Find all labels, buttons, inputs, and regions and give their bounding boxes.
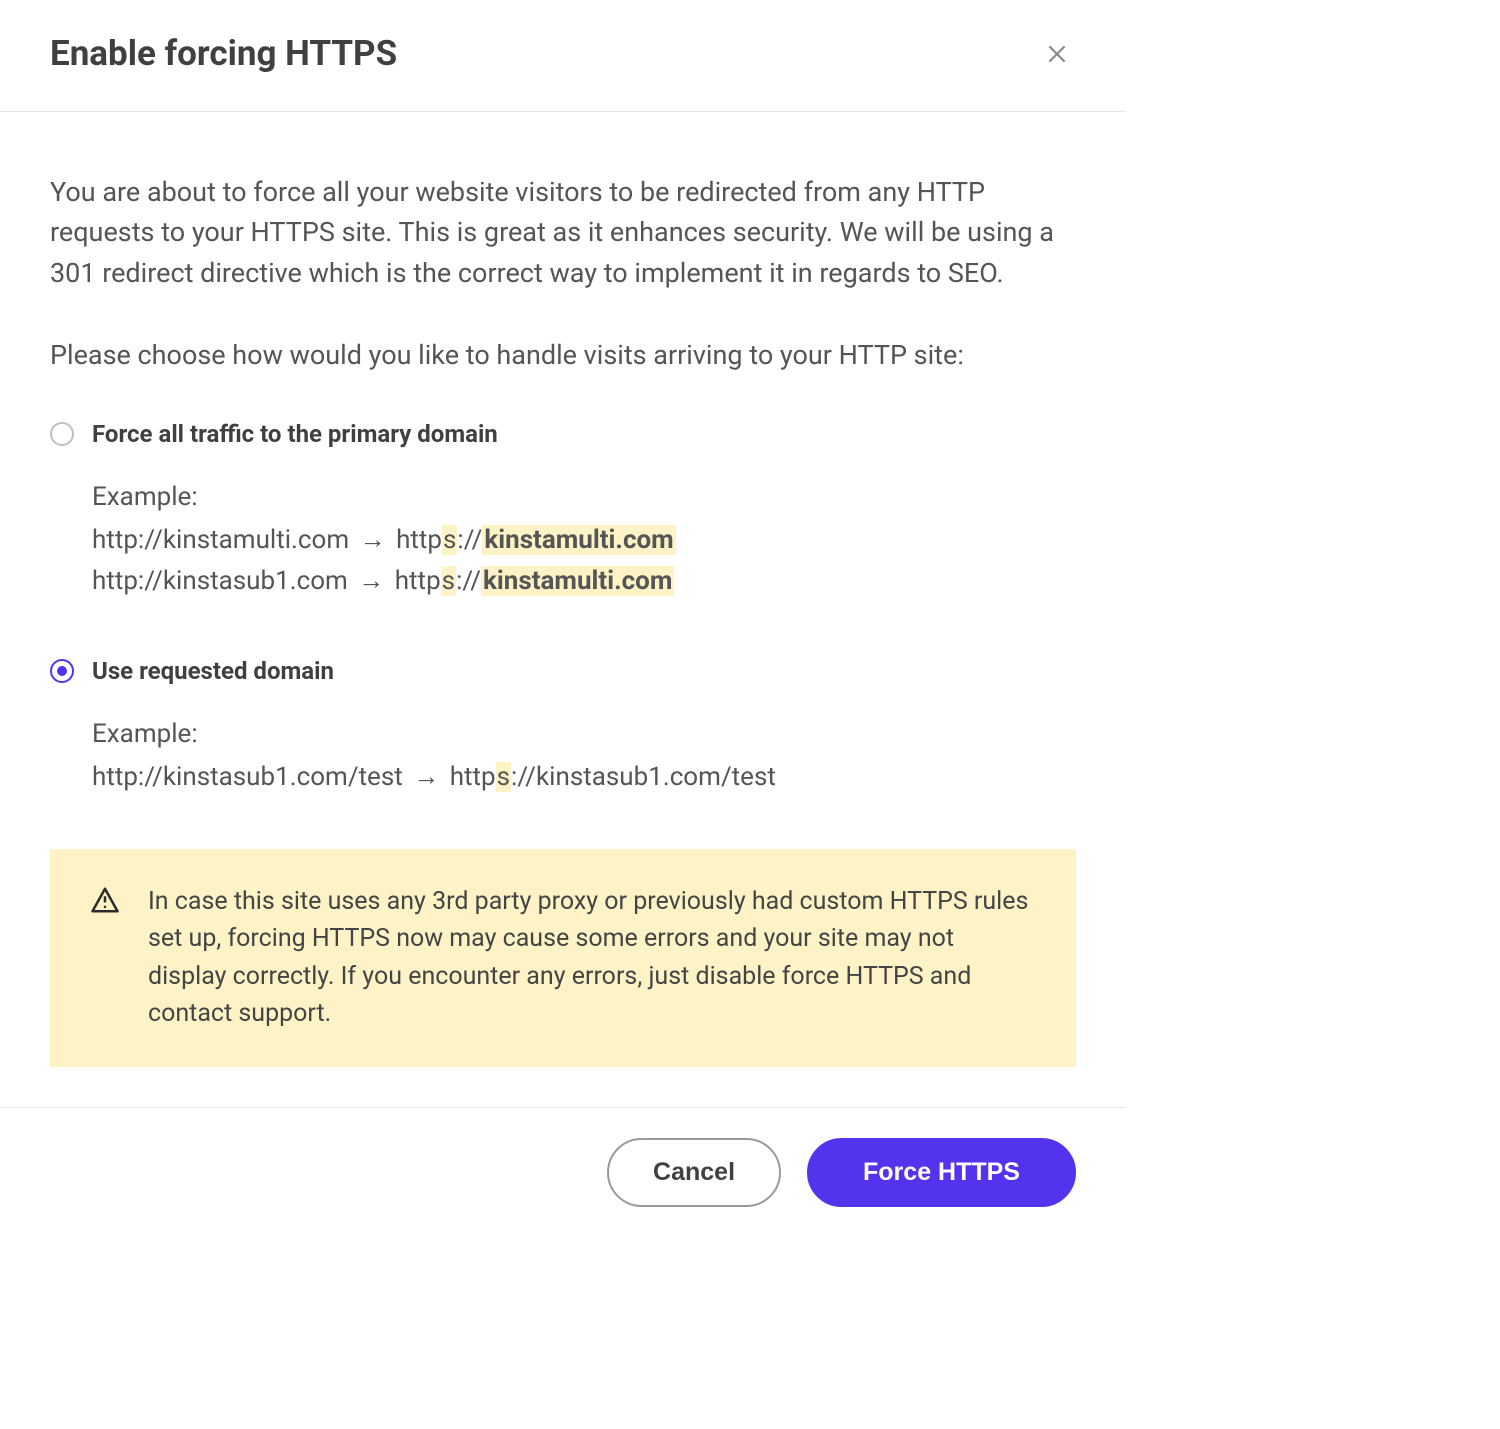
example-to: https://kinstamulti.com xyxy=(395,566,675,596)
example-to: https://kinstamulti.com xyxy=(396,525,676,555)
warning-icon xyxy=(90,885,120,1033)
dialog-title: Enable forcing HTTPS xyxy=(50,28,397,81)
force-https-dialog: Enable forcing HTTPS You are about to fo… xyxy=(0,0,1126,1247)
example-to: https://kinstasub1.com/test xyxy=(450,762,776,792)
prompt-text: Please choose how would you like to hand… xyxy=(50,335,1076,376)
example-line: http://kinstamulti.com → https://kinstam… xyxy=(92,521,1076,560)
radio-icon xyxy=(50,422,74,446)
close-button[interactable] xyxy=(1038,35,1076,73)
dialog-footer: Cancel Force HTTPS xyxy=(0,1107,1126,1247)
option-force-primary: Force all traffic to the primary domain … xyxy=(50,416,1076,601)
example-line: http://kinstasub1.com → https://kinstamu… xyxy=(92,562,1076,601)
example-label: Example: xyxy=(92,478,1076,517)
arrow-icon: → xyxy=(360,521,386,560)
example-from: http://kinstasub1.com/test xyxy=(92,762,403,792)
arrow-icon: → xyxy=(358,562,384,601)
example-from: http://kinstamulti.com xyxy=(92,525,349,555)
dialog-header: Enable forcing HTTPS xyxy=(0,0,1126,112)
warning-text: In case this site uses any 3rd party pro… xyxy=(148,883,1032,1033)
option-use-requested: Use requested domain Example: http://kin… xyxy=(50,653,1076,797)
warning-banner: In case this site uses any 3rd party pro… xyxy=(50,849,1076,1067)
cancel-button[interactable]: Cancel xyxy=(607,1138,781,1207)
example-line: http://kinstasub1.com/test → https://kin… xyxy=(92,758,1076,797)
close-icon xyxy=(1044,41,1070,67)
arrow-icon: → xyxy=(413,758,439,797)
force-https-button[interactable]: Force HTTPS xyxy=(807,1138,1076,1207)
radio-row-use-requested[interactable]: Use requested domain xyxy=(50,653,1076,689)
intro-text: You are about to force all your website … xyxy=(50,172,1076,294)
radio-icon xyxy=(50,659,74,683)
example-from: http://kinstasub1.com xyxy=(92,566,348,596)
option-label: Use requested domain xyxy=(92,653,334,689)
example-label: Example: xyxy=(92,715,1076,754)
radio-row-force-primary[interactable]: Force all traffic to the primary domain xyxy=(50,416,1076,452)
dialog-body: You are about to force all your website … xyxy=(0,112,1126,1107)
example-block-requested: Example: http://kinstasub1.com/test → ht… xyxy=(50,715,1076,797)
option-label: Force all traffic to the primary domain xyxy=(92,416,498,452)
example-block-primary: Example: http://kinstamulti.com → https:… xyxy=(50,478,1076,601)
